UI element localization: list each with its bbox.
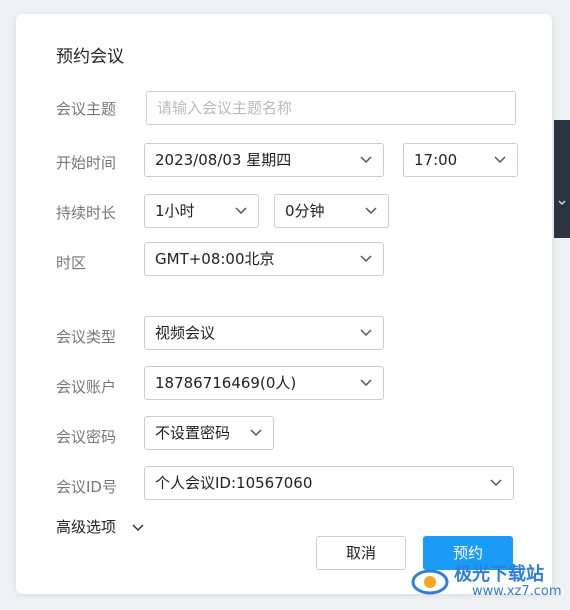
start-date-select[interactable]: 2023/08/03 星期四	[144, 143, 384, 177]
chevron-down-icon	[235, 207, 247, 215]
account-select[interactable]: 18786716469(0人)	[144, 366, 384, 400]
timezone-label: 时区	[56, 254, 87, 272]
chevron-down-icon	[360, 255, 372, 263]
password-select[interactable]: 不设置密码	[144, 416, 274, 450]
start-time-label: 开始时间	[56, 154, 117, 172]
meeting-type-select[interactable]: 视频会议	[144, 316, 384, 350]
meeting-type-value: 视频会议	[155, 324, 216, 342]
watermark: 极光下载站 www.xz7.com	[410, 560, 570, 604]
background-app-panel	[554, 120, 570, 238]
meeting-id-select[interactable]: 个人会议ID:10567060	[144, 466, 514, 500]
subject-label: 会议主题	[56, 100, 117, 118]
chevron-down-icon	[360, 329, 372, 337]
cancel-button[interactable]: 取消	[316, 536, 406, 570]
chevron-down-icon	[360, 156, 372, 164]
duration-minutes-select[interactable]: 0分钟	[274, 194, 389, 228]
duration-minutes-value: 0分钟	[285, 202, 325, 220]
site-logo-icon	[411, 569, 449, 595]
dialog-title: 预约会议	[56, 47, 124, 67]
account-value: 18786716469(0人)	[155, 374, 297, 392]
chevron-down-icon	[250, 429, 262, 437]
chevron-down-icon	[132, 523, 144, 531]
duration-hours-value: 1小时	[155, 202, 195, 220]
schedule-meeting-dialog: 预约会议 会议主题 请输入会议主题名称 开始时间 2023/08/03 星期四 …	[16, 14, 552, 594]
watermark-brand: 极光下载站	[454, 564, 544, 585]
watermark-url: www.xz7.com	[472, 584, 562, 599]
timezone-value: GMT+08:00北京	[155, 250, 275, 268]
duration-label: 持续时长	[56, 204, 117, 222]
advanced-options-toggle[interactable]: 高级选项	[56, 516, 145, 537]
meeting-id-value: 个人会议ID:10567060	[155, 474, 313, 492]
password-value: 不设置密码	[155, 424, 231, 442]
subject-input[interactable]: 请输入会议主题名称	[146, 91, 516, 125]
meeting-type-label: 会议类型	[56, 328, 117, 346]
start-time-value: 17:00	[414, 151, 458, 169]
chevron-down-icon[interactable]	[557, 198, 567, 208]
advanced-options-label: 高级选项	[56, 518, 117, 536]
chevron-down-icon	[365, 207, 377, 215]
timezone-select[interactable]: GMT+08:00北京	[144, 242, 384, 276]
meeting-id-label: 会议ID号	[56, 478, 117, 496]
start-time-select[interactable]: 17:00	[403, 143, 518, 177]
chevron-down-icon	[360, 379, 372, 387]
chevron-down-icon	[494, 156, 506, 164]
start-date-value: 2023/08/03 星期四	[155, 151, 292, 169]
duration-hours-select[interactable]: 1小时	[144, 194, 259, 228]
password-label: 会议密码	[56, 428, 117, 446]
chevron-down-icon	[490, 479, 502, 487]
account-label: 会议账户	[56, 378, 117, 396]
